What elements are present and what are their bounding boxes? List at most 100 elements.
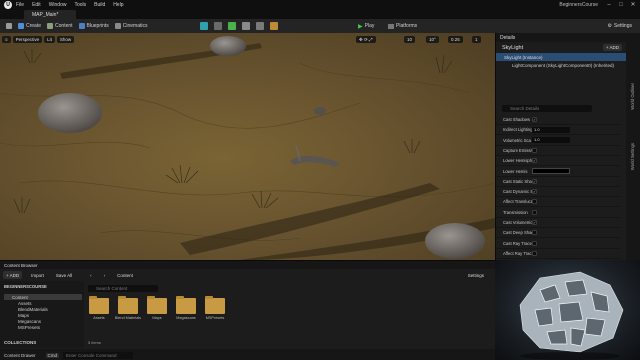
history-back-button[interactable]: ‹ <box>87 271 95 279</box>
foliage-mode-icon[interactable] <box>228 22 236 30</box>
property-color-swatch[interactable] <box>532 168 570 174</box>
property-checkbox[interactable]: ✓ <box>532 158 537 164</box>
content-button[interactable]: Content <box>47 23 73 29</box>
property-number-field[interactable]: 1.0 <box>532 126 570 133</box>
property-checkbox[interactable] <box>532 199 537 205</box>
property-row: Lower Hemis <box>496 167 620 177</box>
rotation-snap-button[interactable]: 10° <box>426 36 439 43</box>
close-window-button[interactable]: ✕ <box>628 1 638 9</box>
property-checkbox[interactable]: ✓ <box>532 189 537 195</box>
property-row: Capture Emissiv <box>496 146 620 156</box>
project-root-label[interactable]: BEGINNERSCOURSE <box>4 284 47 289</box>
folder-icon <box>176 296 196 314</box>
fracture-mode-icon[interactable] <box>270 22 278 30</box>
menu-build[interactable]: Build <box>94 2 105 8</box>
viewport-options-button[interactable]: ≡ <box>2 36 11 43</box>
save-all-button[interactable]: Save All <box>53 271 75 279</box>
scale-snap-button[interactable]: 0.25 <box>448 36 463 43</box>
tree-item-assets[interactable]: Assets <box>18 301 32 306</box>
create-button[interactable]: Create <box>18 23 41 29</box>
content-browser-toolbar: + ADD Import Save All ‹ › Content Settin… <box>0 269 495 281</box>
play-button[interactable]: ▶ Play <box>358 21 374 31</box>
tree-item-content[interactable]: Content <box>4 294 82 300</box>
property-row: Cast Dynamic S ✓ <box>496 187 620 198</box>
tab-map-main[interactable]: MAP_Main* <box>24 10 76 19</box>
tree-item-megascans[interactable]: Megascans <box>18 319 41 324</box>
folder-blend-materials[interactable]: Blend Materials <box>115 296 141 326</box>
collections-header[interactable]: COLLECTIONS <box>4 340 36 345</box>
landscape-mode-icon[interactable] <box>214 22 222 30</box>
tree-item-mspresets[interactable]: MSPresets <box>18 325 40 330</box>
menu-window[interactable]: Window <box>49 2 67 8</box>
crystal-graphic <box>519 271 624 360</box>
add-component-button[interactable]: + ADD <box>602 44 622 51</box>
grid-snap-button[interactable]: 10 <box>404 36 416 43</box>
import-button[interactable]: Import <box>28 271 47 279</box>
unreal-logo-icon[interactable]: U <box>4 1 12 9</box>
blueprints-button[interactable]: Blueprints <box>78 23 109 29</box>
property-number-field[interactable]: 1.0 <box>532 137 570 144</box>
menu-file[interactable]: File <box>16 2 24 8</box>
property-checkbox[interactable] <box>532 230 537 236</box>
property-checkbox[interactable]: ✓ <box>532 220 537 225</box>
menu-edit[interactable]: Edit <box>32 2 41 8</box>
folder-icon <box>147 296 167 314</box>
transform-tools[interactable]: ✥ ⟳ ⤢ <box>356 36 376 43</box>
tree-item-maps[interactable]: Maps <box>18 313 29 318</box>
maximize-button[interactable]: □ <box>616 1 626 9</box>
level-viewport[interactable]: ≡ Perspective Lit Show ✥ ⟳ ⤢ 10 10° 0.25… <box>0 33 495 260</box>
property-checkbox[interactable] <box>532 147 537 153</box>
menu-tools[interactable]: Tools <box>74 2 86 8</box>
cinematics-button[interactable]: Cinematics <box>114 23 148 29</box>
tree-item-blendmaterials[interactable]: BlendMaterials <box>18 307 48 312</box>
cb-settings-button[interactable]: Settings <box>465 271 487 279</box>
property-checkbox[interactable]: ✓ <box>532 117 537 122</box>
menu-help[interactable]: Help <box>113 2 123 8</box>
settings-button[interactable]: ⚙ Settings <box>607 21 632 31</box>
folder-mspresets[interactable]: MSPresets <box>205 296 225 326</box>
details-search-input[interactable]: Search Details <box>502 105 592 112</box>
property-row: Transmission <box>496 208 620 218</box>
side-tab-strip: World Outliner World Settings <box>626 33 640 260</box>
details-panel: Details SkyLight + ADD SkyLight (Instanc… <box>495 33 626 260</box>
cmd-button[interactable]: Cmd <box>45 352 60 358</box>
folder-icon <box>89 296 109 314</box>
property-row: Cast Static Sha ✓ <box>496 177 620 187</box>
content-drawer-button[interactable]: Content Drawer <box>4 353 36 358</box>
content-search-input[interactable]: Search Content <box>88 285 158 292</box>
perspective-button[interactable]: Perspective <box>12 36 43 43</box>
world-settings-tab[interactable]: World Settings <box>630 143 635 170</box>
property-checkbox[interactable]: ✓ <box>532 178 537 184</box>
modeling-mode-icon[interactable] <box>256 22 264 30</box>
platforms-button[interactable]: Platforms <box>388 21 417 31</box>
minimize-button[interactable]: – <box>604 1 614 9</box>
save-icon[interactable] <box>6 23 12 29</box>
viewport-toolbar: ≡ Perspective Lit Show <box>0 35 495 44</box>
breadcrumb[interactable]: Content <box>114 271 136 279</box>
content-browser-tab[interactable]: Content Browser <box>0 261 495 269</box>
show-button[interactable]: Show <box>56 36 75 43</box>
property-checkbox[interactable] <box>532 250 537 256</box>
details-tab[interactable]: Details <box>496 33 626 42</box>
folder-maps[interactable]: Maps <box>147 296 167 326</box>
property-checkbox[interactable] <box>532 209 537 215</box>
history-forward-button[interactable]: › <box>101 271 109 279</box>
console-input[interactable]: Enter Console Command <box>63 351 134 359</box>
property-row: Cast Ray Trace <box>496 239 620 249</box>
content-icon <box>47 23 54 29</box>
cb-add-button[interactable]: + ADD <box>3 271 23 279</box>
lit-button[interactable]: Lit <box>44 36 55 43</box>
property-row: Volumetric Sca 1.0 <box>496 136 620 146</box>
property-row: Indirect Lighting 1.0 <box>496 125 620 136</box>
folder-assets[interactable]: Assets <box>89 296 109 326</box>
mesh-paint-icon[interactable] <box>242 22 250 30</box>
component-root[interactable]: SkyLight (Instance) <box>496 53 626 61</box>
property-checkbox[interactable] <box>532 240 537 246</box>
camera-speed-button[interactable]: 1 <box>472 36 481 43</box>
main-toolbar: Create Content Blueprints Cinematics <box>0 19 640 33</box>
component-child[interactable]: LightComponent (SkyLightComponent0) (Inh… <box>496 61 626 69</box>
select-mode-icon[interactable] <box>200 22 208 30</box>
world-outliner-tab[interactable]: World Outliner <box>630 83 635 110</box>
folder-megascans[interactable]: Megascans <box>176 296 196 326</box>
property-label: Cast Static Sha <box>503 178 532 184</box>
